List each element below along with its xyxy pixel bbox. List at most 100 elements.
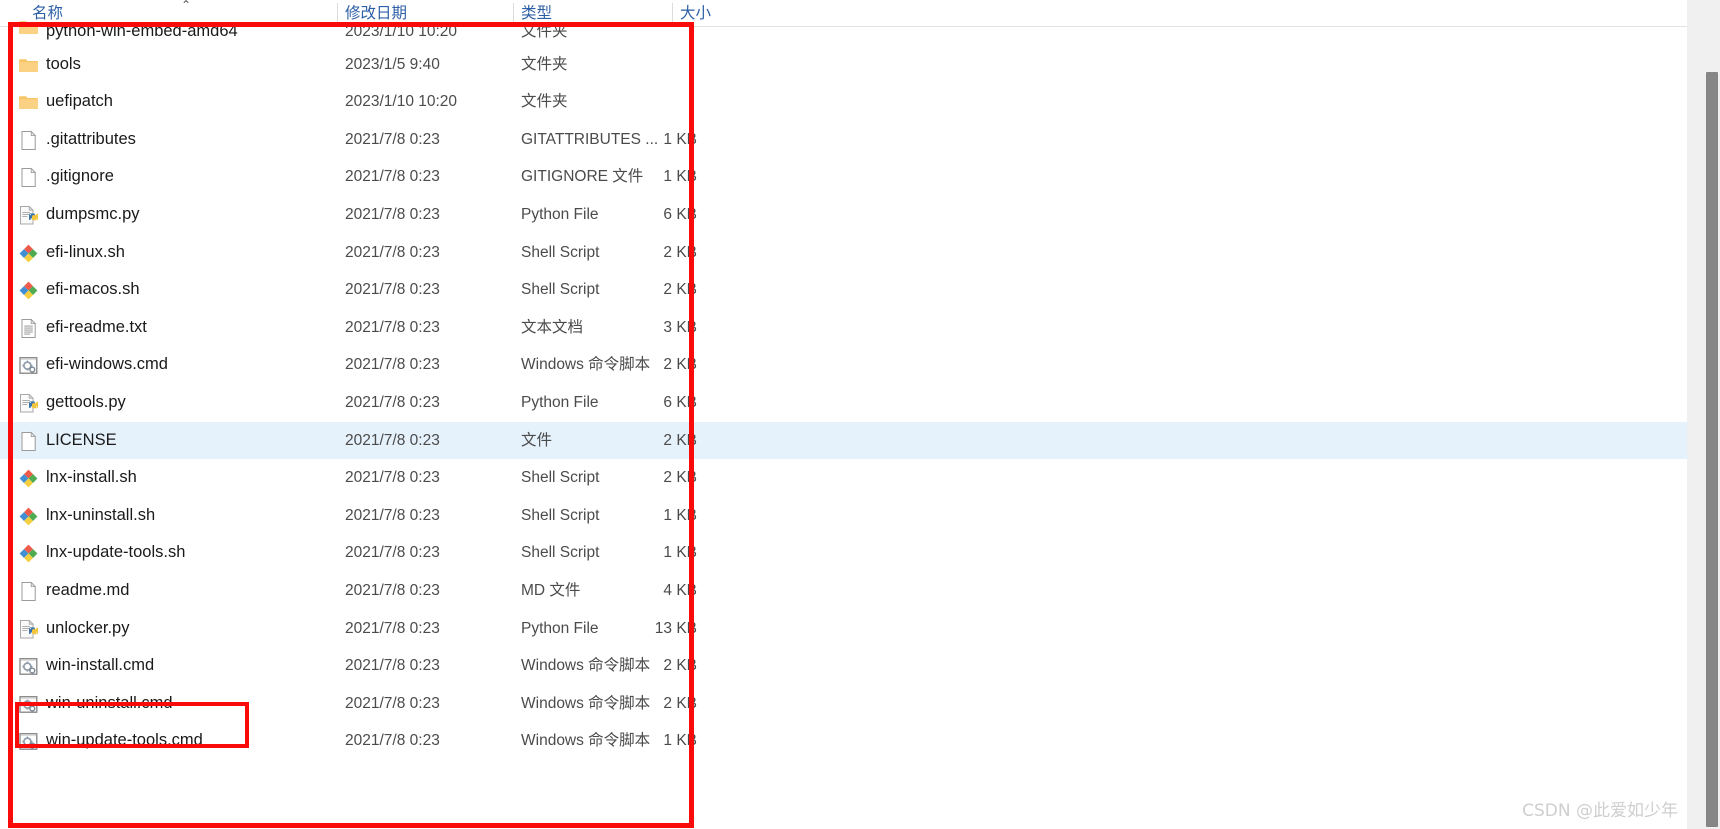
file-name-cell: .gitignore [46, 167, 114, 186]
file-date-cell: 2021/7/8 0:23 [345, 318, 440, 336]
file-name-cell: efi-readme.txt [46, 317, 147, 336]
file-explorer-pane: ⌃ 名称 修改日期 类型 大小 python-win-embed-amd64 20… [0, 0, 1720, 829]
file-size-cell: 13 KB [654, 619, 697, 637]
blank-file-icon [18, 431, 39, 452]
shell-script-icon [18, 468, 39, 489]
folder-icon [18, 92, 39, 113]
file-date-cell: 2023/1/10 10:20 [345, 93, 458, 111]
shell-script-icon [18, 543, 39, 564]
column-divider-2[interactable] [513, 3, 514, 24]
file-row[interactable]: lnx-install.sh 2021/7/8 0:23 Shell Script 2… [0, 459, 1690, 497]
file-date-cell: 2021/7/8 0:23 [345, 732, 440, 750]
python-file-icon [18, 619, 39, 640]
file-size-cell: 2 KB [663, 657, 697, 675]
file-name-cell: gettools.py [46, 392, 126, 411]
file-date-cell: 2023/1/10 10:20 [345, 23, 458, 40]
file-type-cell: 文件夹 [521, 93, 568, 111]
vertical-scrollbar-thumb[interactable] [1706, 72, 1718, 827]
file-size-cell [600, 46, 697, 84]
file-row[interactable]: efi-readme.txt 2021/7/8 0:23 文本文档 3 KB [0, 309, 1690, 347]
file-row[interactable]: win-update-tools.cmd 2021/7/8 0:23 Windows… [0, 722, 1690, 760]
file-type-cell: 文件夹 [521, 23, 568, 40]
file-date-cell: 2021/7/8 0:23 [345, 506, 440, 524]
file-date-cell: 2021/7/8 0:23 [345, 581, 440, 599]
python-file-icon [18, 393, 39, 414]
file-row[interactable]: efi-macos.sh 2021/7/8 0:23 Shell Script 2 K… [0, 271, 1690, 309]
file-name-cell: win-uninstall.cmd [46, 693, 173, 712]
file-type-cell: Shell Script [521, 506, 600, 524]
file-row[interactable]: lnx-update-tools.sh 2021/7/8 0:23 Shell Sc… [0, 534, 1690, 572]
file-row[interactable]: win-install.cmd 2021/7/8 0:23 Windows 命令脚本… [0, 647, 1690, 685]
cmd-script-icon [18, 656, 39, 677]
file-type-cell: Shell Script [521, 469, 600, 487]
file-name-cell: lnx-update-tools.sh [46, 543, 186, 562]
file-row[interactable]: python-win-embed-amd64 2023/1/10 10:20 文件夹 [0, 21, 1690, 46]
file-name-cell: readme.md [46, 580, 130, 599]
file-size-cell: 2 KB [663, 356, 697, 374]
file-date-cell: 2021/7/8 0:23 [345, 469, 440, 487]
file-row[interactable]: .gitignore 2021/7/8 0:23 GITIGNORE 文件 1 KB [0, 158, 1690, 196]
file-size-cell: 2 KB [663, 281, 697, 299]
file-name-cell: .gitattributes [46, 129, 136, 148]
file-name-cell: lnx-install.sh [46, 468, 137, 487]
python-file-icon [18, 205, 39, 226]
file-name-cell: lnx-uninstall.sh [46, 505, 156, 524]
file-row[interactable]: LICENSE 2021/7/8 0:23 文件 2 KB [0, 421, 1690, 460]
file-name-cell: unlocker.py [46, 618, 130, 637]
file-size-cell: 1 KB [663, 732, 697, 750]
file-date-cell: 2021/7/8 0:23 [345, 657, 440, 675]
file-size-cell: 2 KB [663, 694, 697, 712]
file-date-cell: 2023/1/5 9:40 [345, 55, 440, 73]
vertical-scrollbar-track[interactable] [1687, 0, 1720, 829]
file-date-cell: 2021/7/8 0:23 [345, 168, 440, 186]
file-row[interactable]: uefipatch 2023/1/10 10:20 文件夹 [0, 83, 1690, 121]
file-date-cell: 2021/7/8 0:23 [345, 243, 440, 261]
file-row[interactable]: dumpsmc.py 2021/7/8 0:23 Python File 6 KB [0, 196, 1690, 234]
column-divider-3[interactable] [672, 3, 673, 24]
file-name-cell: dumpsmc.py [46, 204, 140, 223]
folder-icon [18, 17, 39, 38]
file-size-cell: 1 KB [663, 544, 697, 562]
file-size-cell: 6 KB [663, 393, 697, 411]
watermark-text: CSDN @此爱如少年 [1522, 801, 1678, 821]
file-size-cell: 1 KB [663, 130, 697, 148]
text-document-icon [18, 318, 39, 339]
sort-ascending-icon[interactable]: ⌃ [178, 0, 194, 11]
file-date-cell: 2021/7/8 0:23 [345, 619, 440, 637]
column-header-size[interactable]: 大小 [680, 4, 711, 26]
file-date-cell: 2021/7/8 0:23 [345, 205, 440, 223]
file-date-cell: 2021/7/8 0:23 [345, 694, 440, 712]
file-row[interactable]: .gitattributes 2021/7/8 0:23 GITATTRIBUTES… [0, 121, 1690, 159]
file-type-cell: Python File [521, 393, 599, 411]
file-date-cell: 2021/7/8 0:23 [345, 544, 440, 562]
file-name-cell: LICENSE [46, 430, 117, 449]
file-size-cell: 2 KB [663, 431, 697, 449]
file-date-cell: 2021/7/8 0:23 [345, 393, 440, 411]
file-row[interactable]: tools 2023/1/5 9:40 文件夹 [0, 46, 1690, 84]
file-row[interactable]: efi-linux.sh 2021/7/8 0:23 Shell Script 2 K… [0, 234, 1690, 272]
column-divider-1[interactable] [337, 3, 338, 24]
file-row[interactable]: readme.md 2021/7/8 0:23 MD 文件 4 KB [0, 572, 1690, 610]
file-row[interactable]: lnx-uninstall.sh 2021/7/8 0:23 Shell Scrip… [0, 497, 1690, 535]
file-name-cell: uefipatch [46, 92, 113, 111]
shell-script-icon [18, 243, 39, 264]
column-header-row: ⌃ 名称 修改日期 类型 大小 [0, 0, 1720, 27]
folder-icon [18, 55, 39, 76]
file-row[interactable]: win-uninstall.cmd 2021/7/8 0:23 Windows 命令… [0, 685, 1690, 723]
file-row[interactable]: efi-windows.cmd 2021/7/8 0:23 Windows 命令脚本… [0, 346, 1690, 384]
file-size-cell [600, 26, 697, 46]
file-size-cell: 2 KB [663, 469, 697, 487]
file-name-cell: efi-linux.sh [46, 242, 125, 261]
file-size-cell: 4 KB [663, 581, 697, 599]
file-size-cell: 2 KB [663, 243, 697, 261]
file-type-cell: 文件夹 [521, 55, 568, 73]
blank-file-icon [18, 167, 39, 188]
file-list[interactable]: python-win-embed-amd64 2023/1/10 10:20 文件夹… [0, 21, 1690, 760]
file-name-cell: win-update-tools.cmd [46, 731, 203, 750]
file-row[interactable]: gettools.py 2021/7/8 0:23 Python File 6 KB [0, 384, 1690, 422]
file-type-cell: Shell Script [521, 243, 600, 261]
file-row[interactable]: unlocker.py 2021/7/8 0:23 Python File 13 KB [0, 610, 1690, 648]
file-name-cell: win-install.cmd [46, 656, 155, 675]
file-type-cell: Shell Script [521, 544, 600, 562]
file-name-cell: efi-windows.cmd [46, 355, 168, 374]
